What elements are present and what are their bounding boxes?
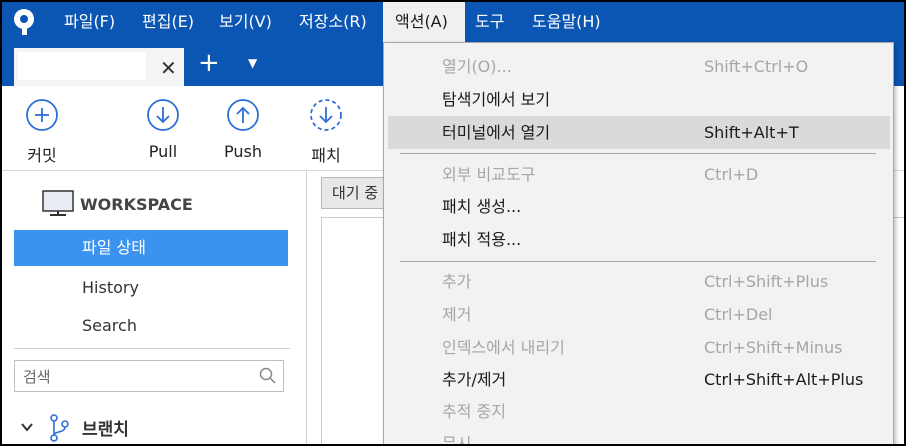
menu-item-apply-patch[interactable]: 패치 적용... (388, 223, 890, 256)
sidebar-item-history[interactable]: History (14, 270, 288, 306)
menu-help[interactable]: 도움말(H) (526, 2, 607, 42)
divider (321, 217, 322, 444)
sidebar-item-file-status[interactable]: 파일 상태 (14, 230, 288, 266)
repo-tab-title[interactable] (18, 52, 146, 80)
arrow-down-circle-icon (147, 99, 179, 131)
push-label: Push (224, 142, 262, 161)
pull-label: Pull (148, 142, 178, 161)
menu-item-unstage[interactable]: 인덱스에서 내리기 Ctrl+Shift+Minus (388, 331, 890, 364)
branch-icon (50, 414, 69, 442)
menu-bar: 파일(F) 편집(E) 보기(V) 저장소(R) 액션(A) 도구 도움말(H) (2, 2, 904, 42)
sidebar-item-search[interactable]: Search (14, 308, 288, 344)
patch-button[interactable]: 패치 (296, 98, 356, 166)
app-window: 파일(F) 편집(E) 보기(V) 저장소(R) 액션(A) 도구 도움말(H)… (2, 2, 904, 444)
caret-down-icon[interactable]: ▼ (248, 56, 257, 70)
arrow-up-circle-icon (227, 99, 259, 131)
menu-item-add[interactable]: 추가 Ctrl+Shift+Plus (388, 265, 890, 298)
sidebar-branches[interactable]: 브랜치 (14, 409, 290, 444)
menu-view[interactable]: 보기(V) (213, 2, 278, 42)
plus-icon[interactable]: + (198, 50, 220, 76)
patch-label: 패치 (311, 146, 341, 165)
menu-item-add-remove[interactable]: 추가/제거 Ctrl+Shift+Alt+Plus (388, 363, 890, 396)
menu-separator (400, 153, 876, 154)
monitor-icon (42, 190, 74, 216)
menu-item-open[interactable]: 열기(O)... Shift+Ctrl+O (388, 50, 890, 83)
plus-circle-icon (26, 99, 58, 131)
search-input[interactable] (21, 365, 245, 389)
commit-button[interactable]: 커밋 (12, 98, 72, 166)
menu-actions[interactable]: 액션(A) (383, 2, 465, 42)
actions-dropdown-menu: 열기(O)... Shift+Ctrl+O 탐색기에서 보기 터미널에서 열기 … (383, 42, 894, 444)
menu-repository[interactable]: 저장소(R) (293, 2, 373, 42)
repo-tab[interactable]: ✕ (14, 48, 184, 86)
workspace-label: WORKSPACE (80, 195, 193, 214)
push-button[interactable]: Push (213, 98, 273, 161)
menu-item-stop-tracking[interactable]: 추적 중지 (388, 395, 890, 428)
commit-label: 커밋 (27, 146, 57, 165)
menu-separator (400, 261, 876, 262)
menu-item-open-in-terminal[interactable]: 터미널에서 열기 Shift+Alt+T (388, 116, 890, 149)
pull-button[interactable]: Pull (133, 98, 193, 161)
close-icon[interactable]: ✕ (160, 56, 177, 80)
menu-item-external-diff[interactable]: 외부 비교도구 Ctrl+D (388, 158, 890, 191)
search-icon[interactable] (259, 367, 277, 385)
divider (14, 348, 290, 349)
sidebar-search (14, 360, 284, 392)
menu-tools[interactable]: 도구 (469, 2, 510, 42)
menu-item-create-patch[interactable]: 패치 생성... (388, 190, 890, 223)
menu-item-show-in-explorer[interactable]: 탐색기에서 보기 (388, 83, 890, 116)
sidebar: WORKSPACE 파일 상태 History Search 브랜치 (2, 171, 307, 444)
chevron-down-icon[interactable] (20, 420, 34, 434)
branches-label: 브랜치 (82, 420, 129, 440)
menu-item-remove[interactable]: 제거 Ctrl+Del (388, 298, 890, 331)
menu-edit[interactable]: 편집(E) (136, 2, 200, 42)
dashed-arrow-down-circle-icon (310, 99, 342, 131)
app-logo-icon[interactable] (12, 8, 38, 36)
menu-item-ignore[interactable]: 무시 (388, 427, 890, 444)
menu-file[interactable]: 파일(F) (58, 2, 121, 42)
